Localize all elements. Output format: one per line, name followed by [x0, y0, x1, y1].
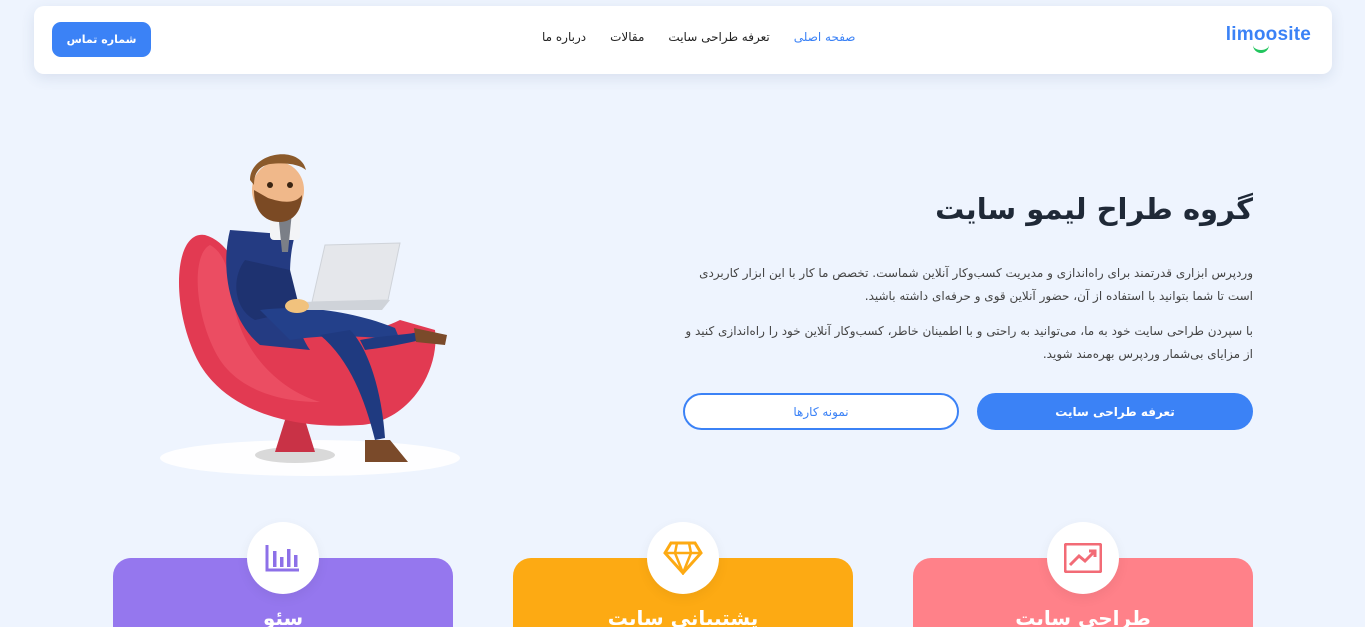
nav-about[interactable]: درباره ما: [542, 30, 586, 44]
nav-pricing[interactable]: تعرفه طراحی سایت: [668, 30, 769, 44]
card-title: پشتیبانی سایت: [607, 606, 759, 627]
header-bar: limoosite صفحه اصلی تعرفه طراحی سایت مقا…: [34, 6, 1332, 74]
main-nav: صفحه اصلی تعرفه طراحی سایت مقالات درباره…: [542, 30, 856, 44]
hero-title: گروه طراح لیمو سایت: [935, 192, 1253, 226]
diamond-icon: [647, 522, 719, 594]
hero-illustration: [160, 154, 460, 476]
logo-text: limoosite: [1225, 24, 1311, 45]
portfolio-button[interactable]: نمونه کارها: [683, 393, 959, 430]
bar-chart-icon: [247, 522, 319, 594]
logo[interactable]: limoosite: [1225, 24, 1311, 53]
nav-articles[interactable]: مقالات: [610, 30, 644, 44]
chart-trend-icon: [1047, 522, 1119, 594]
hero-paragraph-1: وردپرس ابزاری قدرتمند برای راه‌اندازی و …: [699, 266, 1253, 303]
nav-home[interactable]: صفحه اصلی: [794, 30, 856, 44]
logo-smile-icon: [1253, 45, 1269, 53]
contact-button[interactable]: شماره تماس: [52, 22, 151, 57]
hero-paragraph-2: با سپردن طراحی سایت خود به ما، می‌توانید…: [685, 324, 1253, 361]
card-title: سئو: [262, 606, 304, 627]
service-card-support[interactable]: پشتیبانی سایت: [513, 522, 853, 627]
card-title: طراحی سایت: [1015, 606, 1151, 627]
service-card-seo[interactable]: سئو: [113, 522, 453, 627]
service-card-web-design[interactable]: طراحی سایت: [913, 522, 1253, 627]
pricing-button[interactable]: تعرفه طراحی سایت: [977, 393, 1253, 430]
